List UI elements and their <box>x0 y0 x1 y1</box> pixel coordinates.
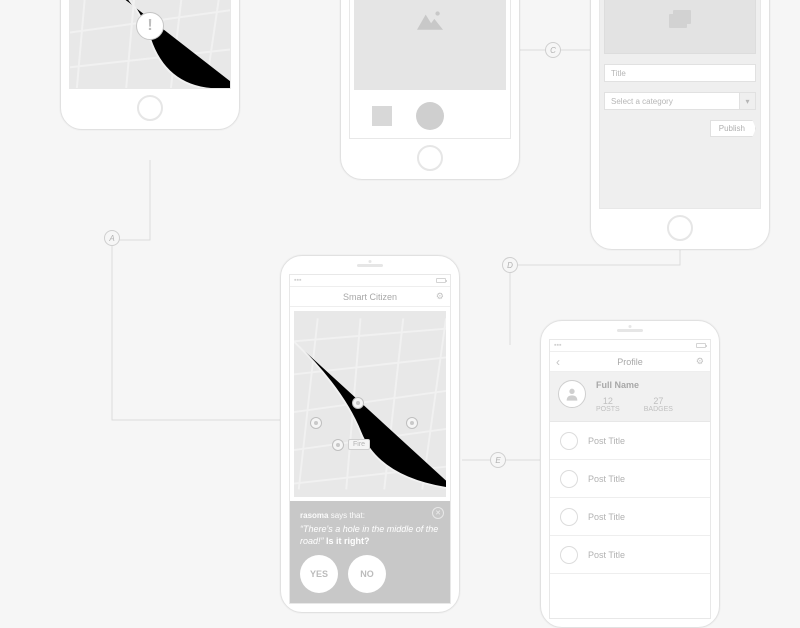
nav-bar: Smart Citizen <box>290 287 450 307</box>
confirm-yes-button[interactable]: YES <box>300 555 338 593</box>
publish-button[interactable]: Publish <box>710 120 756 137</box>
list-item[interactable]: Post Title <box>550 536 710 574</box>
app-title: Smart Citizen <box>343 292 397 302</box>
settings-button[interactable] <box>696 352 704 371</box>
list-item[interactable]: Post Title <box>550 498 710 536</box>
status-bar: ▪▪▪ <box>290 275 450 287</box>
home-button[interactable] <box>417 145 443 171</box>
signal-icon: ▪▪▪ <box>294 277 301 284</box>
screen-main: ▪▪▪ Smart Citizen Fire ✕ <box>280 255 460 613</box>
profile-name: Full Name <box>596 380 673 390</box>
report-card: ✕ rasoma says that: “There's a hole in t… <box>290 501 450 603</box>
screen-camera <box>340 0 520 180</box>
battery-icon <box>696 343 706 348</box>
title-input[interactable]: Title <box>604 64 756 82</box>
post-thumb <box>560 546 578 564</box>
main-map[interactable]: Fire <box>294 311 446 497</box>
post-list[interactable]: Post Title Post Title Post Title Post Ti… <box>550 422 710 618</box>
list-item[interactable]: Post Title <box>550 460 710 498</box>
image-placeholder-icon <box>417 10 443 35</box>
map-pin[interactable] <box>332 439 344 451</box>
home-button[interactable] <box>667 215 693 241</box>
battery-icon <box>436 278 446 283</box>
category-select[interactable]: Select a category ▾ <box>604 92 756 110</box>
signal-icon: ▪▪▪ <box>554 342 561 349</box>
report-meta: rasoma says that: <box>300 511 440 520</box>
gallery-thumbnail[interactable] <box>372 106 392 126</box>
alert-marker[interactable]: ! <box>136 12 164 40</box>
status-bar: ▪▪▪ <box>550 340 710 352</box>
screen-compose: Title Select a category ▾ Publish <box>590 0 770 250</box>
alert-map[interactable]: ! <box>70 0 230 88</box>
flow-label-a: A <box>104 230 120 246</box>
post-thumb <box>560 432 578 450</box>
chevron-down-icon: ▾ <box>739 93 755 109</box>
settings-button[interactable] <box>436 287 444 306</box>
shutter-button[interactable] <box>416 102 444 130</box>
post-thumb <box>560 470 578 488</box>
nav-title: Profile <box>617 357 643 367</box>
back-button[interactable] <box>556 352 560 371</box>
map-pin[interactable] <box>310 417 322 429</box>
map-pin[interactable] <box>352 397 364 409</box>
alert-icon: ! <box>147 17 152 35</box>
map-pin[interactable] <box>406 417 418 429</box>
profile-header: Full Name 12POSTS 27BADGES <box>550 372 710 422</box>
badges-stat[interactable]: 27BADGES <box>644 396 673 413</box>
nav-bar: Profile <box>550 352 710 372</box>
avatar[interactable] <box>558 380 586 408</box>
post-thumb <box>560 508 578 526</box>
compose-image-picker[interactable] <box>604 0 756 54</box>
camera-viewfinder[interactable] <box>354 0 506 90</box>
screen-map-alert: ! <box>60 0 240 130</box>
flow-label-e: E <box>490 452 506 468</box>
posts-stat[interactable]: 12POSTS <box>596 396 620 413</box>
confirm-no-button[interactable]: NO <box>348 555 386 593</box>
image-stack-icon <box>669 10 691 28</box>
list-item[interactable]: Post Title <box>550 422 710 460</box>
home-button[interactable] <box>137 95 163 121</box>
report-text: “There's a hole in the middle of the roa… <box>300 523 440 547</box>
screen-profile: ▪▪▪ Profile Full Name 12POSTS 27BADGES <box>540 320 720 628</box>
flow-label-d: D <box>502 257 518 273</box>
pin-label[interactable]: Fire <box>348 439 370 450</box>
flow-label-c: C <box>545 42 561 58</box>
